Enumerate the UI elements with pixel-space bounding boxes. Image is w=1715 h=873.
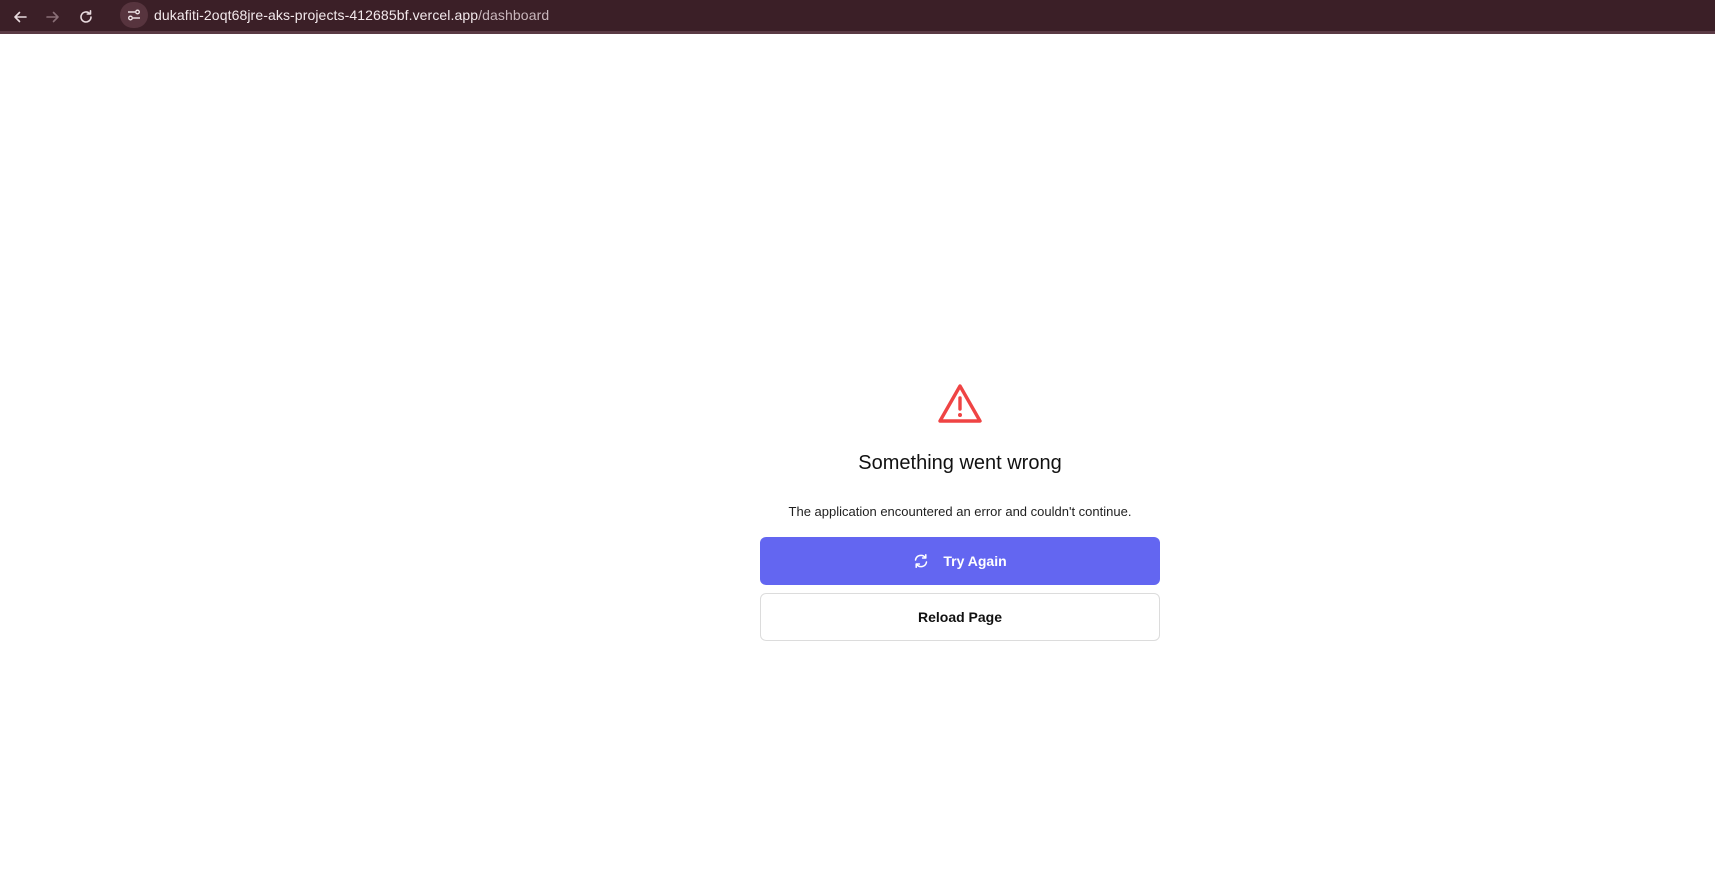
browser-toolbar: dukafiti-2oqt68jre-aks-projects-412685bf… [0, 0, 1715, 34]
try-again-button[interactable]: Try Again [760, 537, 1160, 585]
url-path: /dashboard [478, 7, 550, 23]
refresh-icon [913, 553, 929, 569]
reload-button[interactable] [72, 3, 100, 31]
error-message: The application encountered an error and… [788, 504, 1132, 519]
arrow-left-icon [14, 11, 27, 23]
url-host: dukafiti-2oqt68jre-aks-projects-412685bf… [154, 7, 479, 23]
site-info-button[interactable] [120, 2, 148, 28]
url-text: dukafiti-2oqt68jre-aks-projects-412685bf… [154, 7, 549, 23]
back-button[interactable] [6, 3, 34, 31]
page-content: Something went wrong The application enc… [0, 37, 1715, 873]
site-settings-icon [128, 9, 140, 21]
reload-icon [80, 10, 92, 23]
try-again-label: Try Again [943, 553, 1007, 569]
forward-button[interactable] [39, 3, 67, 31]
reload-page-button[interactable]: Reload Page [760, 593, 1160, 641]
reload-page-label: Reload Page [917, 609, 1003, 625]
warning-triangle-icon [938, 384, 982, 423]
arrow-right-icon [46, 11, 59, 23]
error-title: Something went wrong [858, 452, 1062, 474]
address-bar[interactable]: dukafiti-2oqt68jre-aks-projects-412685bf… [120, 2, 549, 28]
